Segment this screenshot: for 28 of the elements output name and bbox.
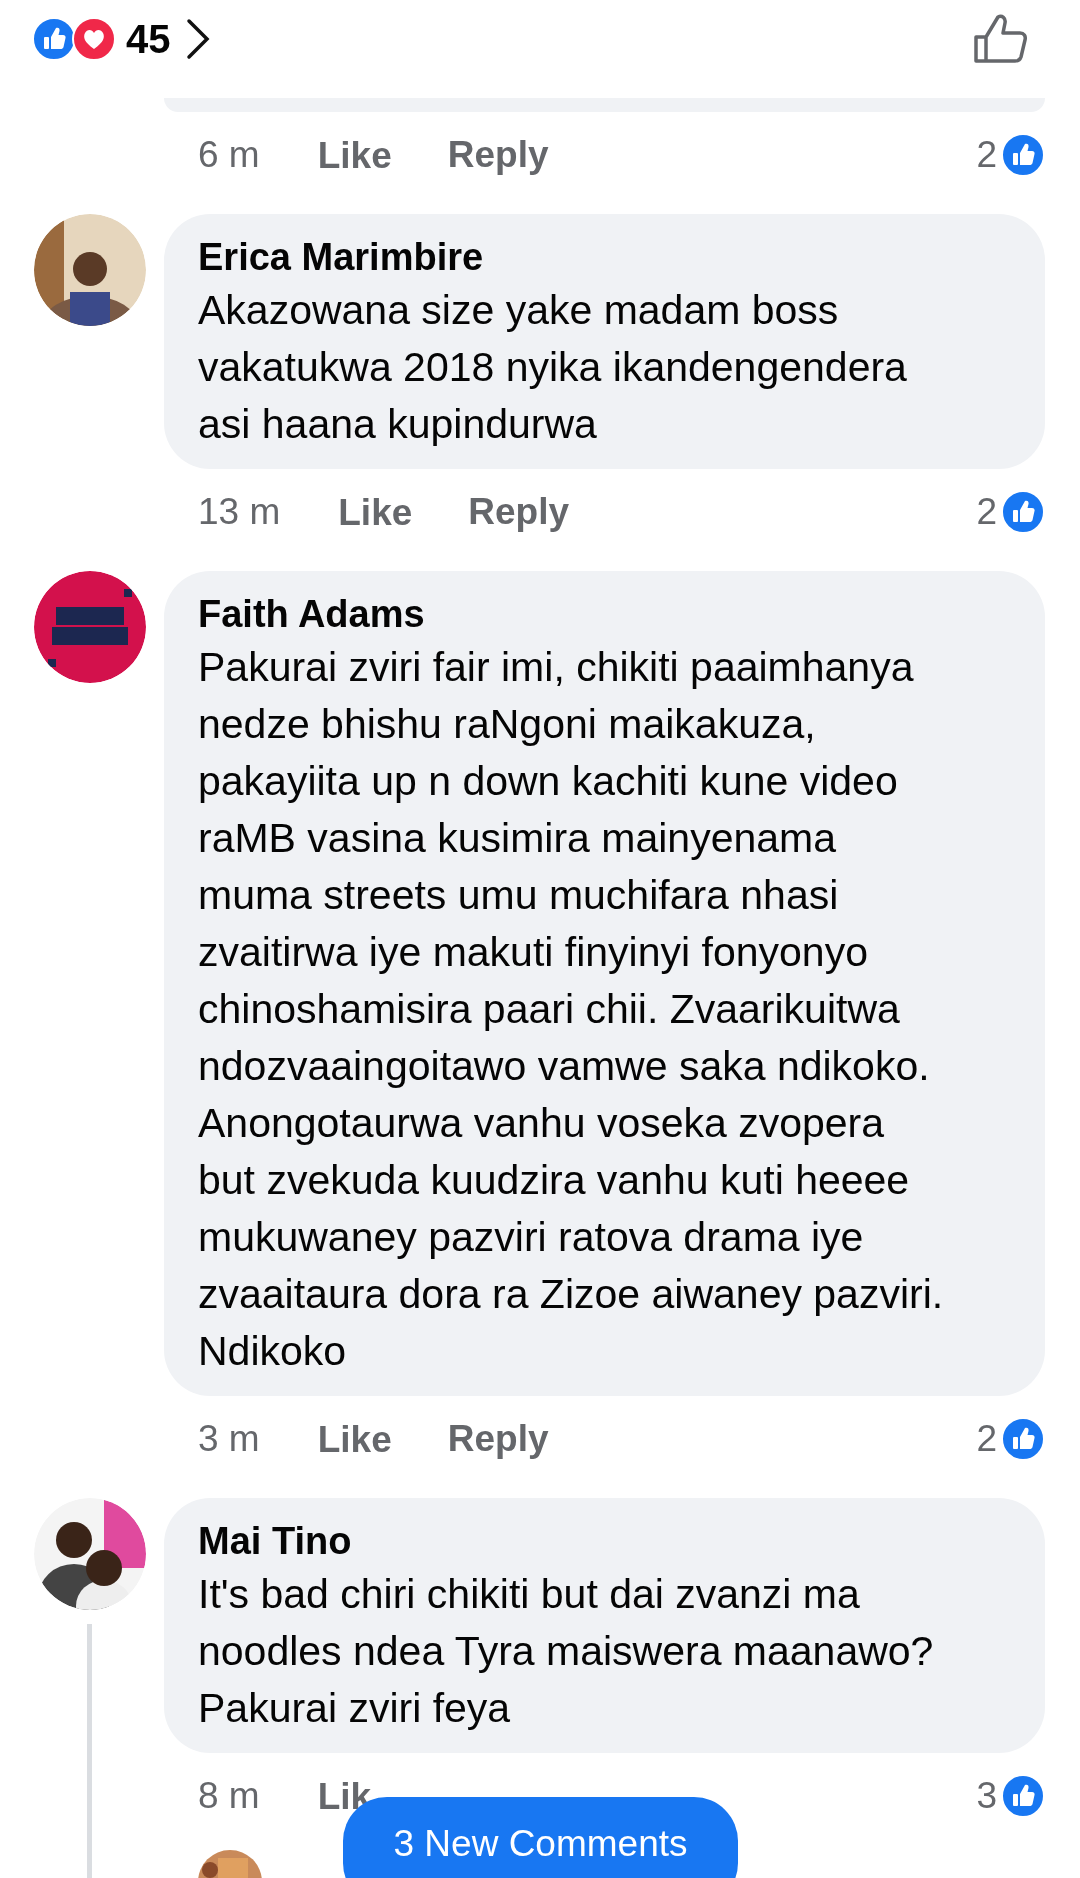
like-reaction-icon <box>1001 490 1045 534</box>
like-link[interactable]: Like <box>338 493 413 531</box>
like-reaction-icon <box>1001 1417 1045 1461</box>
like-link[interactable]: Like <box>317 136 392 174</box>
reply-link[interactable]: Reply <box>468 484 570 540</box>
comment-text: Akazowana size yake madam boss vakatukwa 2018 nyika ikandengendera asi haana kupindurwa <box>198 286 908 449</box>
comment-time: 6 m <box>198 133 260 178</box>
comment-time: 3 m <box>198 1417 260 1462</box>
chevron-right-icon[interactable] <box>184 17 211 61</box>
commenter-name[interactable]: Faith Adams <box>198 589 1025 639</box>
reply-link[interactable]: Reply <box>447 127 549 183</box>
like-reaction-icon <box>1001 1774 1045 1818</box>
reply-link[interactable]: Reply <box>447 1411 549 1467</box>
like-reaction-icon <box>1001 133 1045 177</box>
like-reaction-icon <box>32 17 76 61</box>
reaction-count: 2 <box>976 133 997 178</box>
comment-time: 13 m <box>198 490 281 535</box>
comment-time: 8 m <box>198 1774 260 1819</box>
comment-text: It's bad chiri chikiti but dai zvanzi ma noodles ndea Tyra maiswera maanawo? Pakurai zviri feya <box>198 1570 935 1733</box>
reaction-count: 2 <box>976 490 997 535</box>
commenter-name[interactable]: Mai Tino <box>198 1516 1025 1566</box>
comment-text: Pakurai zviri fair imi, chikiti paaimhanya nedze bhishu raNgoni maikakuza, pakayiita up n down kachiti kune video raMB vasina kusimira mainyenama muma streets umu muchifara nhasi zvaitirwa iye makuti finyinyi fonyonyo chinoshamisira paari chii. Zvaarikuitwa ndozvaaingoitawo vamwe saka ndikoko. Anongotaurwa vanhu voseka zvopera but zvekuda kuudzira vanhu kuti heeee mukuwaney pazviri ratova drama iye zvaaitaura dora ra Zizoe aiwaney pazviri. Ndikoko <box>198 643 945 1376</box>
like-link[interactable]: Like <box>317 1420 392 1458</box>
commenter-name[interactable]: Erica Marimbire <box>198 232 1025 282</box>
reaction-count: 2 <box>976 1417 997 1462</box>
reaction-count: 3 <box>976 1774 997 1819</box>
reaction-total: 45 <box>126 16 171 63</box>
heart-reaction-icon <box>72 17 116 61</box>
